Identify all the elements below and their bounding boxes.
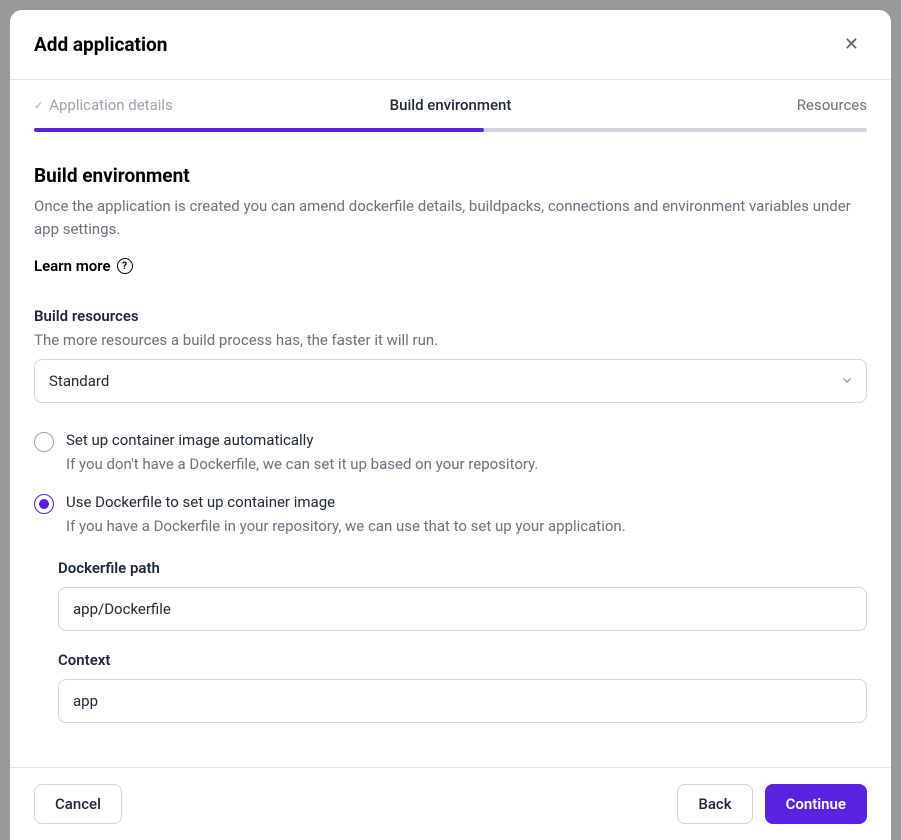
footer-right-actions: Back Continue	[677, 784, 867, 824]
step-label: Resources	[797, 96, 867, 114]
context-input[interactable]	[58, 679, 867, 723]
build-resources-select[interactable]: Standard	[34, 359, 867, 403]
back-button[interactable]: Back	[677, 784, 752, 824]
dockerfile-path-input[interactable]	[58, 587, 867, 631]
learn-more-label: Learn more	[34, 257, 111, 275]
radio-description: If you have a Dockerfile in your reposit…	[66, 517, 867, 535]
cancel-button[interactable]: Cancel	[34, 784, 122, 824]
build-resources-field: Build resources The more resources a bui…	[34, 307, 867, 403]
radio-circle[interactable]	[34, 494, 54, 514]
section-description: Once the application is created you can …	[34, 195, 867, 240]
context-field: Context	[58, 651, 867, 723]
radio-description: If you don't have a Dockerfile, we can s…	[66, 455, 867, 473]
wizard-stepper: ✓ Application details Build environment …	[10, 80, 891, 114]
radio-option-auto[interactable]: Set up container image automatically If …	[34, 431, 867, 473]
progress-fill	[34, 128, 484, 132]
radio-content: Use Dockerfile to set up container image…	[66, 493, 867, 535]
dockerfile-fields: Dockerfile path Context	[34, 559, 867, 723]
modal-header: Add application ✕	[10, 10, 891, 80]
learn-more-link[interactable]: Learn more ?	[34, 257, 133, 275]
container-setup-radio-group: Set up container image automatically If …	[34, 431, 867, 535]
build-resources-hint: The more resources a build process has, …	[34, 331, 867, 349]
radio-option-dockerfile[interactable]: Use Dockerfile to set up container image…	[34, 493, 867, 535]
radio-circle[interactable]	[34, 432, 54, 452]
modal-footer: Cancel Back Continue	[10, 767, 891, 840]
add-application-modal: Add application ✕ ✓ Application details …	[10, 10, 891, 840]
close-icon: ✕	[844, 34, 859, 54]
radio-dot	[39, 499, 49, 509]
step-build-environment[interactable]: Build environment	[312, 96, 590, 114]
help-icon: ?	[117, 258, 133, 274]
build-resources-select-wrapper: Standard	[34, 359, 867, 403]
step-label: Build environment	[390, 96, 512, 114]
radio-label[interactable]: Set up container image automatically	[66, 431, 867, 449]
build-resources-label: Build resources	[34, 307, 867, 325]
progress-track	[34, 128, 867, 132]
dockerfile-path-field: Dockerfile path	[58, 559, 867, 631]
check-icon: ✓	[34, 99, 43, 112]
step-resources[interactable]: Resources	[589, 96, 867, 114]
dockerfile-path-label: Dockerfile path	[58, 559, 867, 577]
close-button[interactable]: ✕	[836, 30, 867, 59]
section-title: Build environment	[34, 164, 867, 187]
context-label: Context	[58, 651, 867, 669]
continue-button[interactable]: Continue	[765, 784, 867, 824]
radio-label[interactable]: Use Dockerfile to set up container image	[66, 493, 867, 511]
radio-content: Set up container image automatically If …	[66, 431, 867, 473]
modal-content: Build environment Once the application i…	[10, 132, 891, 767]
step-application-details[interactable]: ✓ Application details	[34, 96, 312, 114]
step-label: Application details	[49, 96, 173, 114]
modal-title: Add application	[34, 33, 167, 56]
